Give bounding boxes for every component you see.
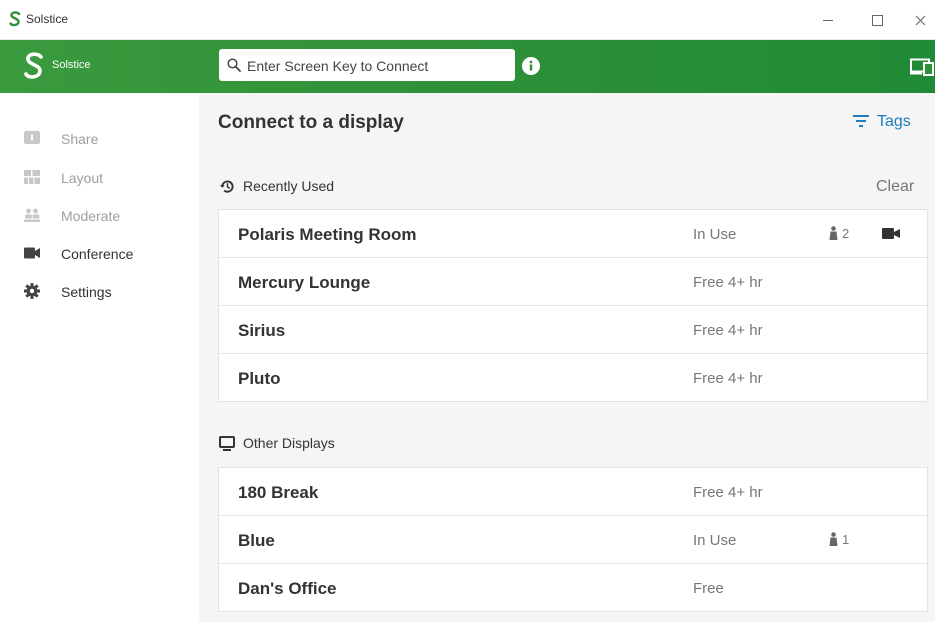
display-status: In Use [693,226,737,243]
display-name: 180 Break [238,483,319,502]
brand-name: Solstice [52,59,91,71]
sidebar: Share Layout Moderate Conference Setting… [0,93,199,622]
minimize-button[interactable] [817,8,839,30]
screen-key-input[interactable] [245,49,511,83]
user-icon [829,532,838,546]
close-icon [915,15,925,26]
screens-icon[interactable] [910,58,935,76]
search-icon [227,58,241,72]
recently-used-label: Recently Used [243,178,335,194]
window-titlebar: Solstice [0,0,935,40]
camera-icon [882,228,900,239]
sidebar-item-label: Share [61,131,99,147]
recent-displays-list: Polaris Meeting Room In Use 2 Mercury Lo… [218,209,928,402]
sidebar-item-share[interactable]: Share [0,123,199,155]
display-name: Dan's Office [238,579,337,598]
user-count: 2 [829,226,849,241]
screen-key-search[interactable] [219,49,515,83]
filter-icon [853,115,869,127]
display-name: Mercury Lounge [238,273,371,292]
display-row[interactable]: Blue In Use 1 [219,516,927,564]
layout-icon [24,170,40,184]
recently-used-heading: Recently Used [219,178,334,194]
maximize-icon [871,14,883,26]
moderate-icon [24,208,40,222]
sidebar-item-moderate[interactable]: Moderate [0,200,199,232]
app-header: Solstice [0,40,935,93]
display-status: Free 4+ hr [693,274,763,291]
close-button[interactable] [909,8,931,30]
tags-label: Tags [877,113,911,130]
page-title: Connect to a display [218,112,404,133]
monitor-icon [219,436,235,451]
display-name: Sirius [238,321,286,340]
display-status: Free 4+ hr [693,322,763,339]
solstice-logo-icon [9,11,21,27]
display-status: Free 4+ hr [693,370,763,387]
history-icon [219,180,234,193]
window-title: Solstice [26,12,69,26]
main-panel: Connect to a display Tags Recently Used … [199,93,935,622]
user-count: 1 [829,532,849,547]
display-status: Free 4+ hr [693,484,763,501]
display-row[interactable]: Mercury Lounge Free 4+ hr [219,258,927,306]
other-displays-list: 180 Break Free 4+ hr Blue In Use 1 Dan's… [218,467,928,612]
sidebar-item-settings[interactable]: Settings [0,276,199,308]
maximize-button[interactable] [866,8,888,30]
display-name: Blue [238,531,275,550]
user-count-value: 1 [842,532,850,547]
display-row[interactable]: 180 Break Free 4+ hr [219,468,927,516]
tags-button[interactable]: Tags [853,113,911,131]
display-name: Polaris Meeting Room [238,225,417,244]
sidebar-item-label: Conference [61,246,134,262]
solstice-logo-icon [24,52,43,79]
display-status: Free [693,580,724,597]
user-icon [829,226,838,240]
display-row[interactable]: Sirius Free 4+ hr [219,306,927,354]
clear-button[interactable]: Clear [876,178,914,196]
minimize-icon [823,19,833,21]
display-row[interactable]: Pluto Free 4+ hr [219,354,927,401]
sidebar-item-label: Layout [61,170,104,186]
other-displays-label: Other Displays [243,435,335,451]
sidebar-item-label: Moderate [61,208,121,224]
display-row[interactable]: Polaris Meeting Room In Use 2 [219,210,927,258]
display-name: Pluto [238,369,281,388]
user-count-value: 2 [842,226,850,241]
sidebar-item-layout[interactable]: Layout [0,162,199,194]
gear-icon [24,283,40,299]
sidebar-item-conference[interactable]: Conference [0,238,199,270]
display-row[interactable]: Dan's Office Free [219,564,927,611]
other-displays-heading: Other Displays [219,435,335,451]
camera-icon [24,247,40,259]
info-icon[interactable] [522,57,540,75]
share-icon [24,131,40,144]
display-status: In Use [693,532,737,549]
sidebar-item-label: Settings [61,284,112,300]
